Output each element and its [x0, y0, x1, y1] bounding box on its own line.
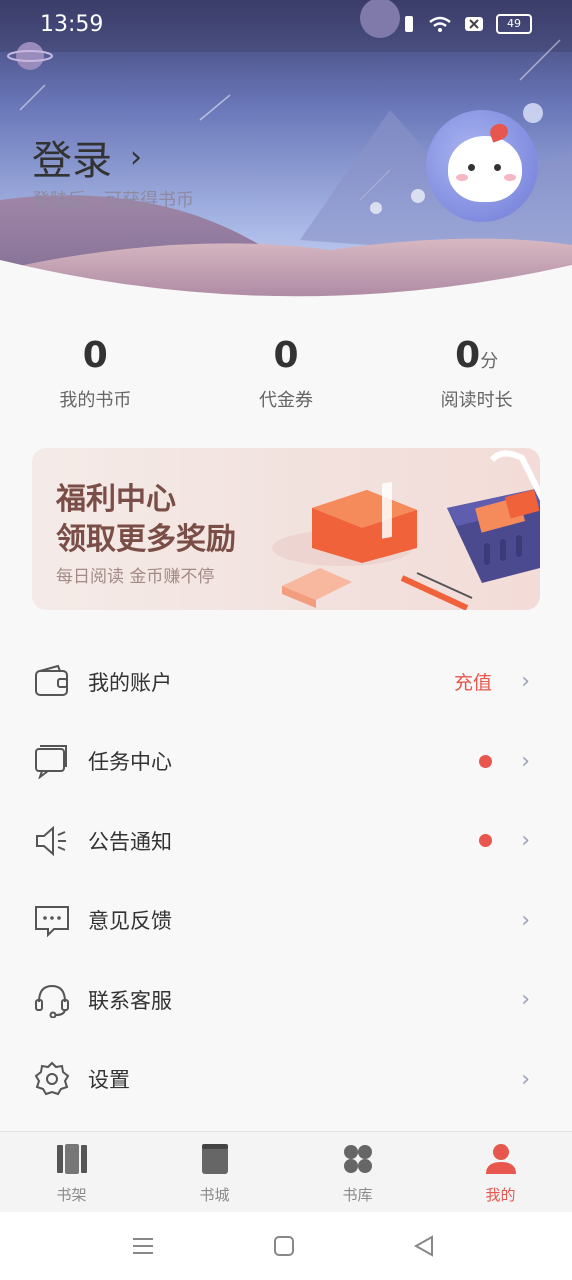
tab-label: 书库	[342, 1186, 373, 1204]
chevron-right-icon: ›	[521, 987, 530, 1013]
feedback-icon	[35, 906, 69, 938]
gear-icon	[34, 1061, 70, 1096]
bottom-tab-bar: 书架 书城 书库 我的	[0, 1131, 572, 1212]
bookshelf-icon	[56, 1144, 87, 1174]
chevron-right-icon: ›	[521, 1066, 530, 1092]
stat-unit: 分	[480, 351, 499, 372]
login-link[interactable]: 登录 ›	[32, 128, 142, 186]
library-icon	[343, 1145, 372, 1173]
status-time: 13:59	[40, 12, 104, 37]
menu-item-announcements[interactable]: 公告通知 ›	[0, 801, 572, 881]
avatar-face	[448, 136, 522, 202]
menu-label: 我的账户	[88, 670, 172, 695]
tab-bookshelf[interactable]: 书架	[0, 1132, 143, 1212]
menu-item-support[interactable]: 联系客服 ›	[0, 960, 572, 1040]
status-bar: 13:59 49	[0, 0, 572, 50]
menu-label: 任务中心	[88, 750, 172, 775]
stat-value: 0	[455, 335, 481, 376]
stat-vouchers[interactable]: 0 代金券	[191, 335, 382, 412]
menu-label: 公告通知	[88, 829, 172, 854]
stat-value: 0	[82, 335, 108, 376]
menu-item-feedback[interactable]: 意见反馈 ›	[0, 881, 572, 961]
notification-dot	[479, 754, 492, 768]
chevron-right-icon: ›	[130, 139, 142, 175]
tab-label: 书城	[199, 1186, 230, 1204]
notification-dot	[479, 834, 492, 848]
system-nav-bar	[0, 1212, 572, 1280]
home-icon[interactable]	[272, 1234, 296, 1258]
stat-label: 我的书币	[59, 390, 132, 411]
vibrate-icon	[405, 16, 413, 32]
menu-label: 联系客服	[88, 988, 172, 1013]
speaker-icon	[36, 825, 66, 856]
menu-item-tasks[interactable]: 任务中心 ›	[0, 722, 572, 802]
stats-row: 0 我的书币 0 代金券 0分 阅读时长	[0, 335, 572, 412]
menu-label: 意见反馈	[88, 909, 172, 934]
menu-item-account[interactable]: 我的账户 充值 ›	[0, 642, 572, 722]
battery-level: 49	[496, 14, 532, 34]
stat-coins[interactable]: 0 我的书币	[0, 335, 191, 412]
tab-label: 我的	[485, 1186, 516, 1204]
chevron-right-icon: ›	[521, 748, 530, 774]
menu-label: 设置	[88, 1068, 130, 1093]
headset-icon	[35, 984, 69, 1018]
wallet-icon	[35, 664, 68, 696]
profile-icon	[485, 1144, 516, 1174]
menu-list: 我的账户 充值 › 任务中心 › 公告通知 › 意见反馈 › 联系客服 › 设置…	[0, 642, 572, 1119]
banner-title-1: 福利中心	[56, 482, 176, 517]
stat-label: 阅读时长	[440, 390, 513, 411]
stat-label: 代金券	[259, 390, 313, 411]
avatar[interactable]	[426, 110, 538, 222]
sim-off-icon	[465, 17, 483, 31]
chevron-right-icon: ›	[521, 669, 530, 695]
wifi-icon	[429, 16, 451, 32]
status-icons: 49	[402, 14, 532, 34]
back-icon[interactable]	[412, 1234, 436, 1258]
chevron-right-icon: ›	[521, 907, 530, 933]
banner-title-2: 领取更多奖励	[56, 522, 236, 557]
login-hint: 登陆后，可获得书币	[32, 190, 194, 211]
menu-item-settings[interactable]: 设置 ›	[0, 1040, 572, 1120]
book-icon	[201, 1144, 228, 1174]
chevron-right-icon: ›	[521, 828, 530, 854]
login-label[interactable]: 登录	[32, 128, 112, 186]
recharge-link[interactable]: 充值	[454, 668, 492, 695]
avatar-bow	[487, 121, 511, 143]
welfare-banner[interactable]: 福利中心 领取更多奖励 每日阅读 金币赚不停	[32, 448, 540, 610]
tab-profile[interactable]: 我的	[429, 1132, 572, 1212]
stat-value: 0	[273, 335, 299, 376]
stat-reading-time[interactable]: 0分 阅读时长	[381, 335, 572, 412]
tab-bookstore[interactable]: 书城	[143, 1132, 286, 1212]
tab-label: 书架	[56, 1186, 87, 1204]
task-icon	[35, 745, 67, 780]
banner-subtitle: 每日阅读 金币赚不停	[56, 567, 215, 587]
menu-icon[interactable]	[131, 1234, 155, 1258]
tab-library[interactable]: 书库	[286, 1132, 429, 1212]
shopping-basket-illustration	[272, 450, 540, 610]
